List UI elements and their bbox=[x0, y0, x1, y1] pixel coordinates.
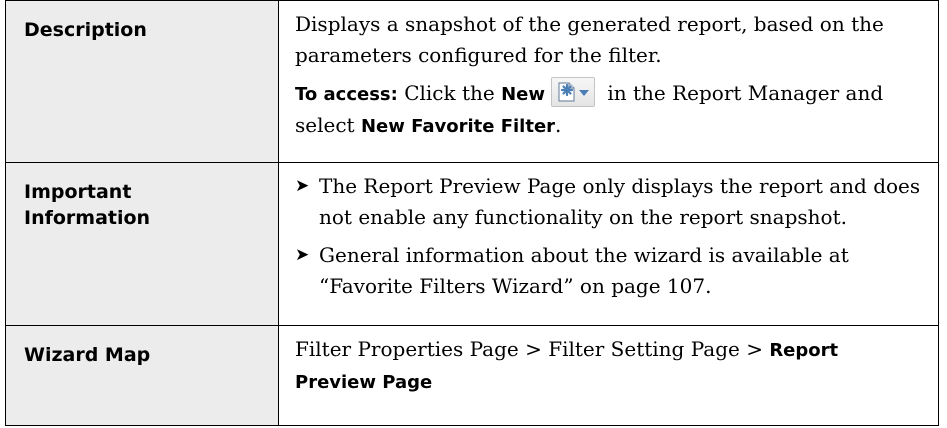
wizard-map-row: Wizard Map Filter Properties Page > Filt… bbox=[5, 325, 939, 426]
access-instructions: To access: Click the New in the Report M… bbox=[295, 76, 924, 142]
list-item: ➤ The Report Preview Page only displays … bbox=[295, 171, 924, 233]
description-content: Displays a snapshot of the generated rep… bbox=[278, 0, 939, 163]
important-row: Important Information ➤ The Report Previ… bbox=[5, 162, 939, 326]
new-favorite-filter-label: New Favorite Filter bbox=[360, 116, 556, 137]
wizard-map-content: Filter Properties Page > Filter Setting … bbox=[278, 325, 939, 426]
important-bullet-list: ➤ The Report Preview Page only displays … bbox=[295, 171, 924, 302]
dropdown-arrow-icon bbox=[579, 89, 589, 96]
important-content: ➤ The Report Preview Page only displays … bbox=[278, 162, 939, 326]
new-button[interactable] bbox=[551, 76, 595, 107]
description-row: Description Displays a snapshot of the g… bbox=[5, 0, 939, 163]
bullet-text: The Report Preview Page only displays th… bbox=[319, 174, 921, 229]
access-pre-text: Click the bbox=[397, 81, 502, 105]
description-text: Displays a snapshot of the generated rep… bbox=[295, 12, 884, 67]
list-item: ➤ General information about the wizard i… bbox=[295, 240, 924, 302]
bullet-text: General information about the wizard is … bbox=[319, 243, 849, 298]
description-header: Description bbox=[5, 0, 279, 163]
reference-table: Description Displays a snapshot of the g… bbox=[5, 0, 939, 426]
arrow-bullet-icon: ➤ bbox=[295, 176, 310, 196]
wizard-map-header: Wizard Map bbox=[5, 325, 279, 426]
important-header: Important Information bbox=[5, 162, 279, 326]
access-label: To access: bbox=[295, 84, 398, 105]
arrow-bullet-icon: ➤ bbox=[295, 245, 310, 265]
access-end-text: . bbox=[555, 113, 562, 137]
new-button-label: New bbox=[501, 84, 545, 105]
new-document-star-icon bbox=[558, 81, 575, 102]
wizard-map-path: Filter Properties Page > Filter Setting … bbox=[295, 337, 770, 361]
